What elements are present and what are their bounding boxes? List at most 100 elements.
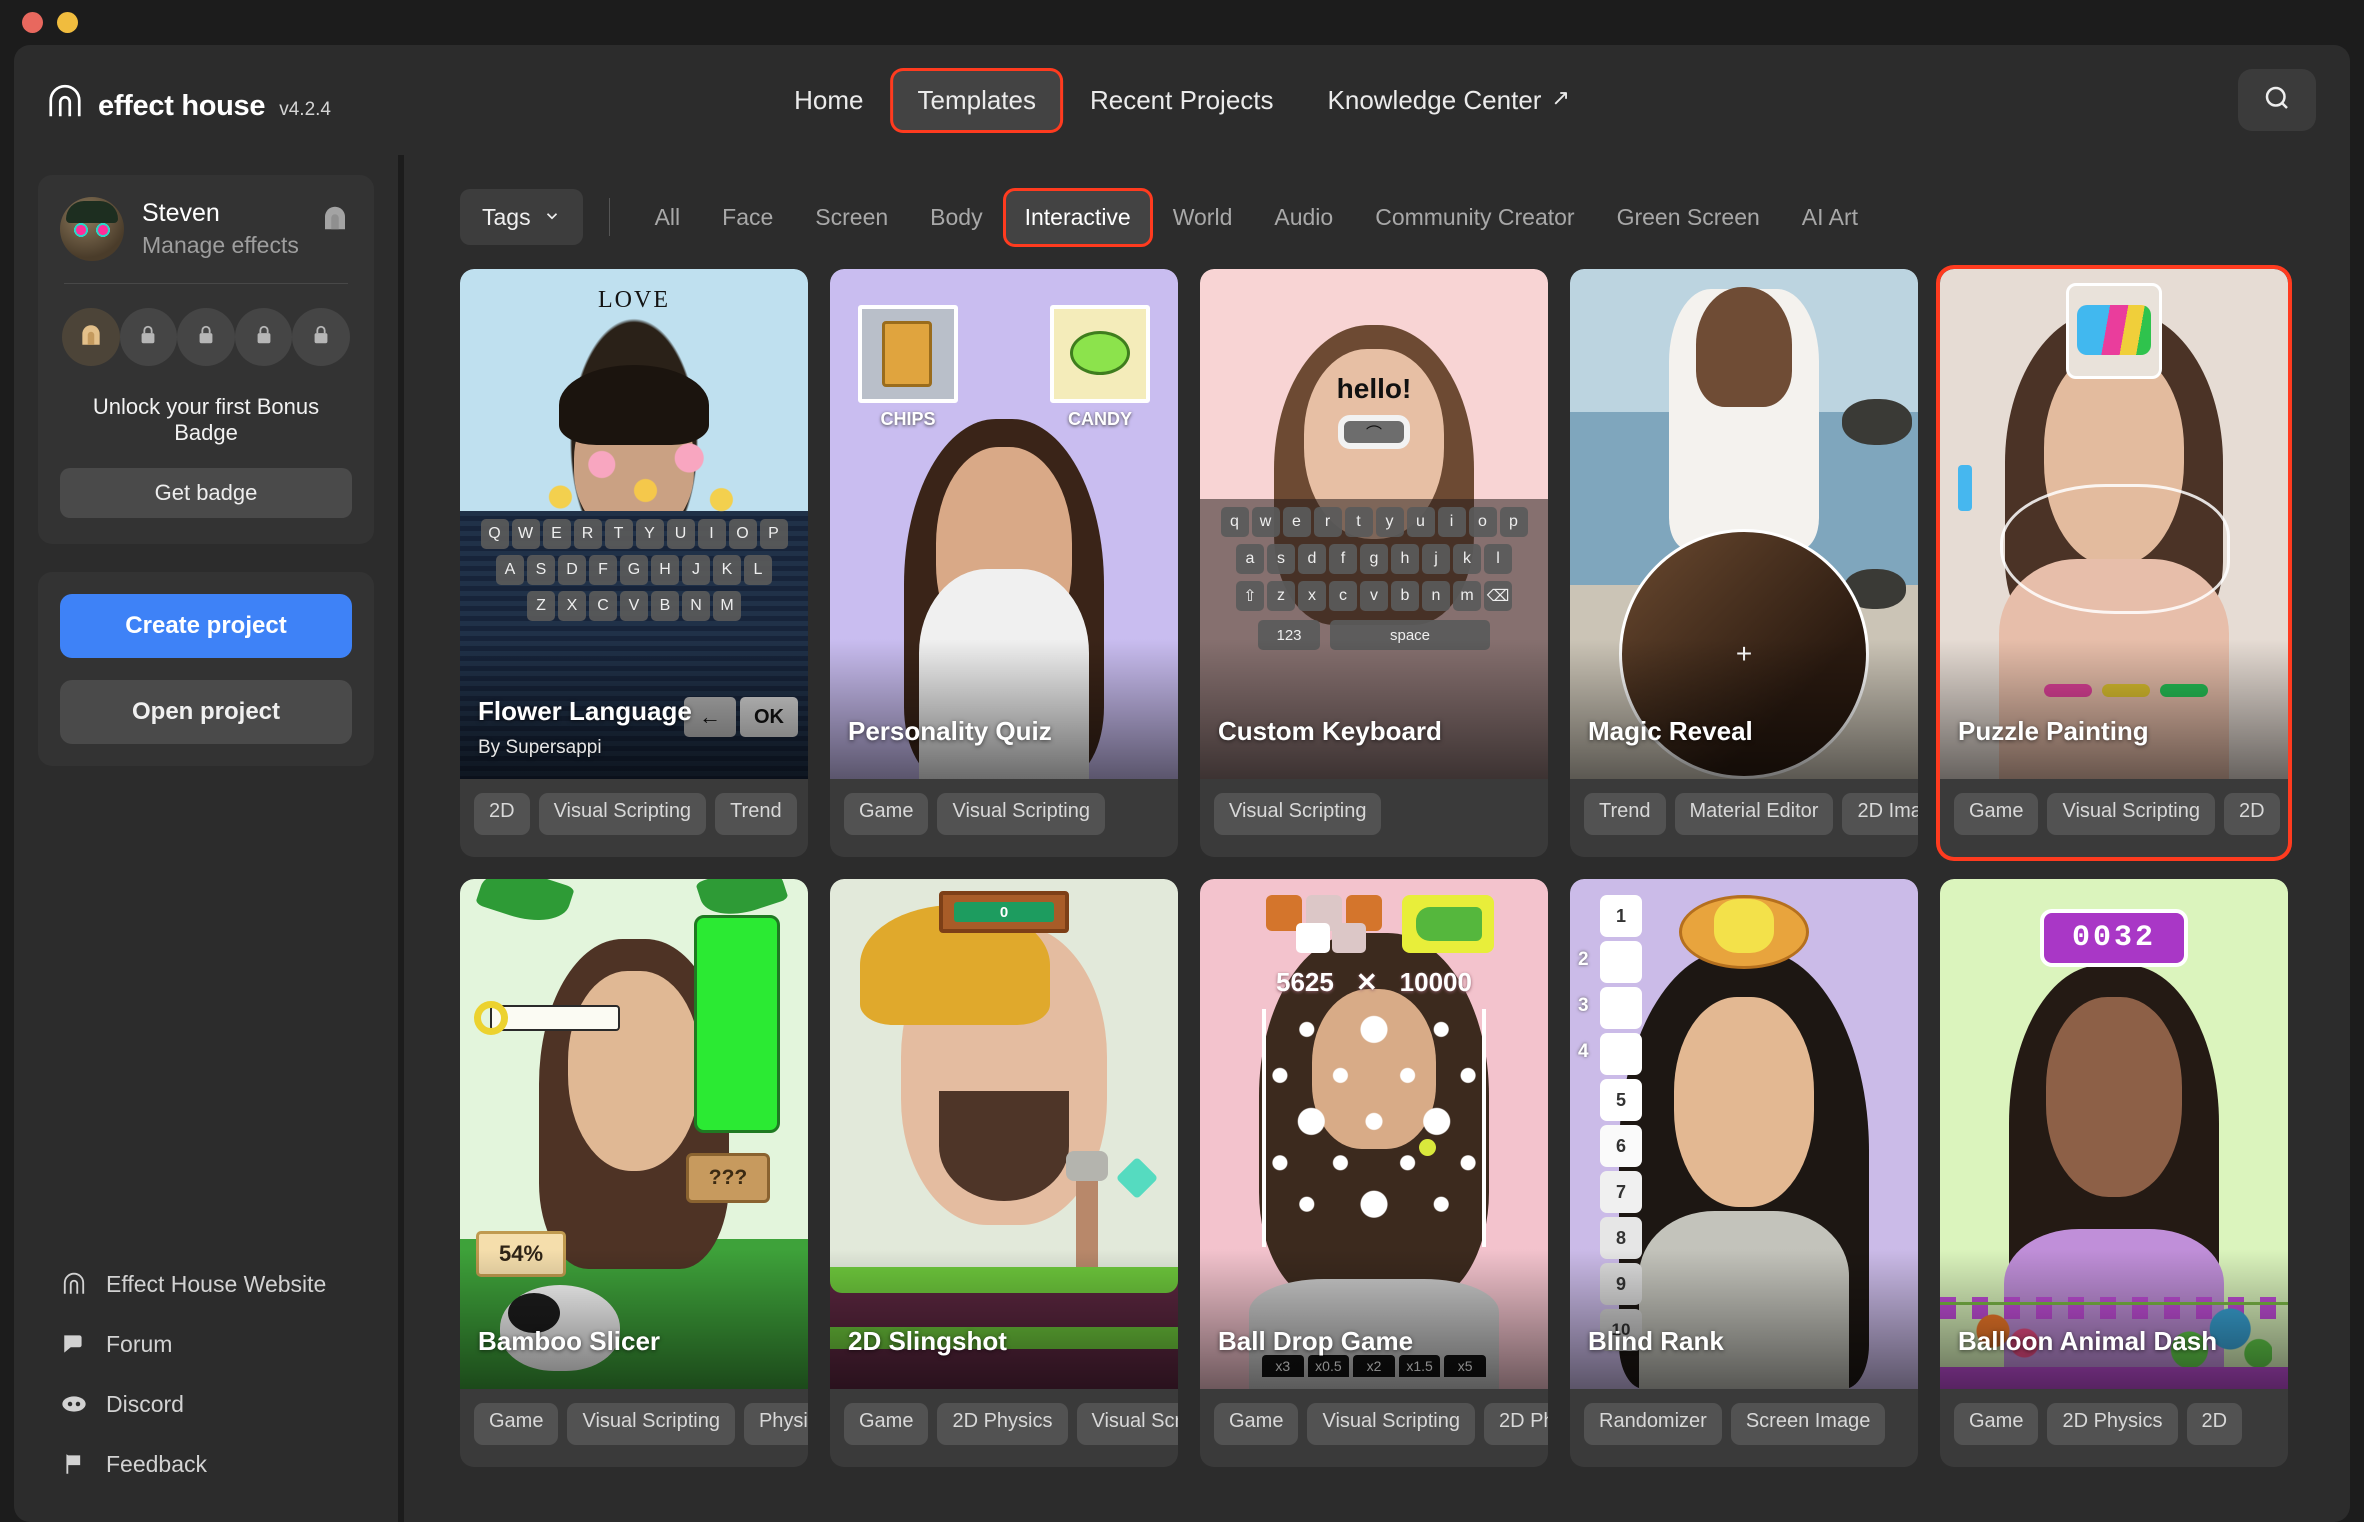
template-tags: Trend Material Editor 2D Image — [1584, 793, 1918, 835]
nav-item-home[interactable]: Home — [770, 71, 887, 130]
template-tags: Randomizer Screen Image — [1584, 1403, 1918, 1445]
nav-label: Knowledge Center — [1327, 84, 1542, 115]
bonus-badge-text: Unlock your first Bonus Badge — [92, 394, 320, 445]
avatar[interactable] — [60, 197, 124, 261]
minimize-button[interactable] — [57, 12, 78, 33]
thumb-score: 0 — [954, 902, 1054, 922]
template-thumbnail: 54% ??? Bamboo Slicer — [460, 879, 808, 1389]
tag-chip-interactive[interactable]: Interactive — [1005, 190, 1150, 244]
badge-slot-5[interactable] — [292, 308, 350, 366]
top-navigation: Home Templates Recent Projects Knowledge… — [770, 70, 1594, 130]
tags-dropdown-button[interactable]: Tags — [460, 189, 583, 245]
thumb-heading: LOVE — [598, 287, 670, 313]
sidebar: Steven Manage effects Unlock your first … — [14, 155, 398, 1522]
template-tag: Game — [1954, 1403, 2039, 1445]
template-card[interactable]: 54% ??? Bamboo Slicer Game Visual Script… — [460, 879, 808, 1467]
template-title: Flower Language — [478, 696, 692, 726]
tag-chip-screen[interactable]: Screen — [796, 191, 907, 244]
get-badge-button[interactable]: Get badge — [60, 468, 352, 518]
tag-chip-list: All Face Screen Body Interactive World A… — [636, 190, 1877, 244]
template-card[interactable]: LOVE QWER TYUI OP ASDF GHJK L ZXCV BNM F… — [460, 269, 808, 857]
badge-slot-4[interactable] — [234, 308, 293, 366]
close-button[interactable] — [22, 12, 43, 33]
template-author: By Supersappi — [478, 737, 602, 758]
sidebar-link-discord[interactable]: Discord — [60, 1374, 380, 1434]
tag-chip-ai-art[interactable]: AI Art — [1783, 191, 1877, 244]
template-card[interactable]: + Magic Reveal Trend Material Editor 2D … — [1570, 269, 1918, 857]
template-tags: Visual Scripting — [1214, 793, 1548, 835]
template-title: 2D Slingshot — [848, 1326, 1007, 1356]
lock-icon — [137, 324, 159, 351]
nav-label: Templates — [917, 84, 1036, 115]
sidebar-link-label: Forum — [106, 1330, 173, 1357]
template-thumbnail: Puzzle Painting — [1940, 269, 2288, 779]
template-tag: 2D — [2186, 1403, 2243, 1445]
template-thumbnail: + Magic Reveal — [1570, 269, 1918, 779]
tag-chip-green-screen[interactable]: Green Screen — [1598, 191, 1779, 244]
template-card[interactable]: 0 2D Slingshot Game 2D Physics Visual Sc… — [830, 879, 1178, 1467]
template-tags: 2D Visual Scripting Trend — [474, 793, 808, 835]
tag-chip-world[interactable]: World — [1154, 191, 1252, 244]
thumb-separator-icon: ✕ — [1355, 967, 1378, 997]
nav-item-templates[interactable]: Templates — [893, 70, 1060, 130]
template-thumbnail: 0032 Balloon Animal Dash — [1940, 879, 2288, 1389]
filter-bar: Tags All Face Screen Body Interactive Wo… — [404, 155, 2350, 245]
effect-house-logo-icon — [46, 83, 84, 121]
sidebar-link-forum[interactable]: Forum — [60, 1314, 380, 1374]
template-card[interactable]: CHIPS CANDY Personality Quiz Game Visual… — [830, 269, 1178, 857]
template-tag: Visual Scripting — [567, 1403, 735, 1445]
profile-name: Steven — [142, 199, 220, 227]
nav-label: Home — [794, 84, 864, 115]
template-thumbnail: 5625 ✕ 10000 x3 x0.5 x2 x1.5 x5 Ball Dro… — [1200, 879, 1548, 1389]
thumb-counter: 0032 — [2071, 921, 2156, 955]
tag-chip-community-creator[interactable]: Community Creator — [1356, 191, 1593, 244]
create-project-button[interactable]: Create project — [60, 594, 352, 658]
template-card[interactable]: 1 5 6 7 8 9 10 2 3 4 Blind Rank Ran — [1570, 879, 1918, 1467]
template-title: Puzzle Painting — [1958, 716, 2149, 746]
template-tag: Visual Scripting — [937, 793, 1105, 835]
template-tags: Game Visual Scripting — [844, 793, 1178, 835]
template-thumbnail: CHIPS CANDY Personality Quiz — [830, 269, 1178, 779]
manage-effects-link[interactable]: Manage effects — [142, 232, 299, 259]
nav-item-knowledge-center[interactable]: Knowledge Center ↗ — [1304, 71, 1594, 130]
template-card[interactable]: 0032 Balloon Animal Dash Game 2D Physics… — [1940, 879, 2288, 1467]
flag-icon — [60, 1450, 88, 1478]
thumb-label-left: CHIPS — [880, 409, 936, 429]
template-tag: Game — [1214, 1403, 1299, 1445]
open-project-button[interactable]: Open project — [60, 680, 352, 744]
badge-slot-3[interactable] — [177, 308, 235, 366]
brand-version: v4.2.4 — [279, 99, 331, 120]
sidebar-link-effect-house-website[interactable]: Effect House Website — [60, 1254, 380, 1314]
sidebar-link-feedback[interactable]: Feedback — [60, 1434, 380, 1494]
search-button[interactable] — [2238, 69, 2316, 131]
tag-chip-body[interactable]: Body — [911, 191, 1001, 244]
template-tag: Game — [844, 793, 929, 835]
sidebar-link-label: Effect House Website — [106, 1270, 327, 1297]
profile-card: Steven Manage effects Unlock your first … — [38, 175, 374, 544]
badge-slot-1[interactable] — [62, 308, 120, 366]
badge-slot-2[interactable] — [119, 308, 178, 366]
template-tag: Visual Scripting — [1307, 1403, 1475, 1445]
lock-icon — [195, 324, 217, 351]
template-tag: 2D Physics — [937, 1403, 1068, 1445]
tag-chip-all[interactable]: All — [636, 191, 700, 244]
thumb-label-right: CANDY — [1067, 409, 1132, 429]
template-title: Bamboo Slicer — [478, 1326, 661, 1356]
main-content: Tags All Face Screen Body Interactive Wo… — [404, 155, 2350, 1522]
backspace-key-icon: ⌫ — [1484, 581, 1512, 611]
profile-header[interactable]: Steven Manage effects — [60, 197, 352, 261]
tags-label: Tags — [482, 203, 531, 230]
tag-chip-face[interactable]: Face — [703, 191, 792, 244]
tag-chip-audio[interactable]: Audio — [1255, 191, 1352, 244]
nav-item-recent-projects[interactable]: Recent Projects — [1066, 71, 1298, 130]
template-title: Blind Rank — [1588, 1326, 1724, 1356]
template-tag: Trend — [715, 793, 797, 835]
template-title: Balloon Animal Dash — [1958, 1326, 2218, 1356]
template-card[interactable]: 5625 ✕ 10000 x3 x0.5 x2 x1.5 x5 Ball Dro… — [1200, 879, 1548, 1467]
thumb-bubble-text: hello! — [1336, 373, 1412, 404]
forum-icon — [60, 1330, 88, 1358]
template-card-selected[interactable]: Puzzle Painting Game Visual Scripting 2D — [1940, 269, 2288, 857]
template-tag: 2D — [2223, 793, 2280, 835]
rank-slot: 7 — [1600, 1171, 1642, 1213]
template-card[interactable]: hello! ⌒ qwer tyui op asdf ghjk l ⇧ z x … — [1200, 269, 1548, 857]
